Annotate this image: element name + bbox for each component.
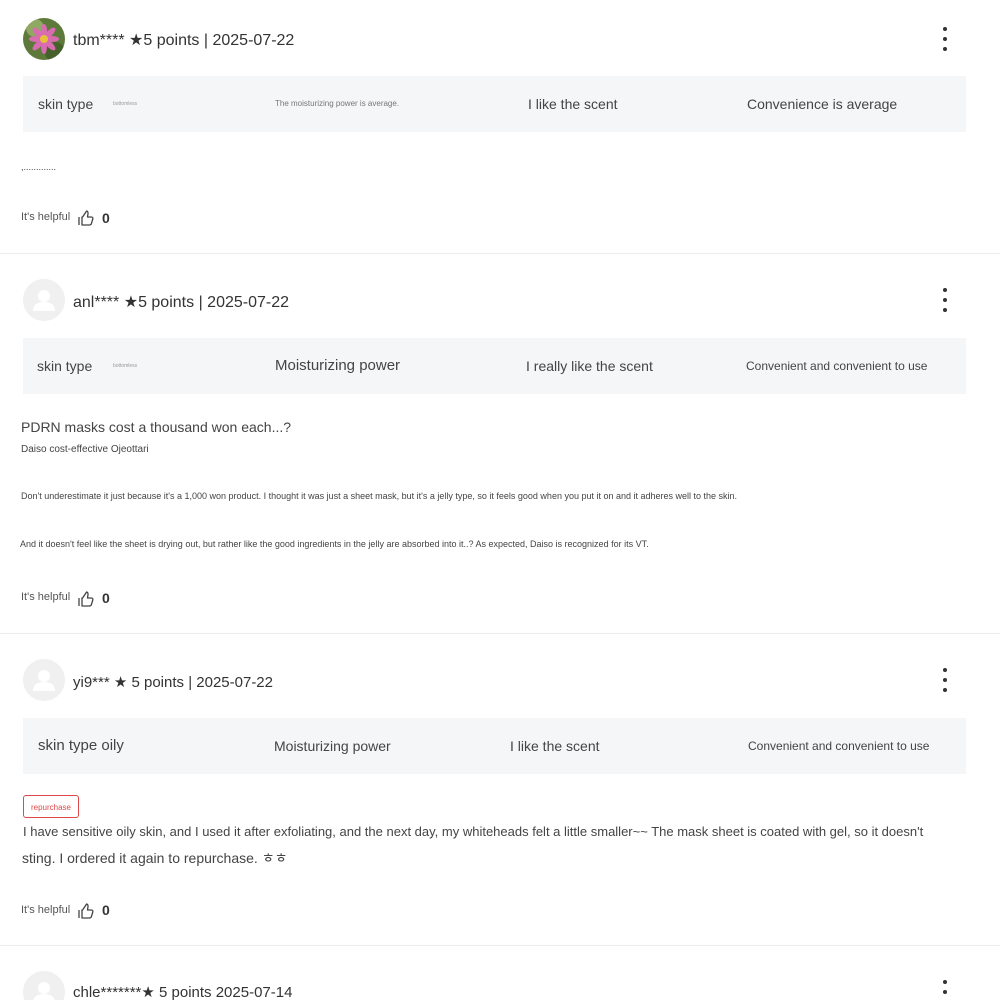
helpful-label: It's helpful	[21, 904, 71, 916]
review-header: anl**** ★5 points | 2025-07-22	[73, 292, 289, 312]
default-user-icon	[23, 971, 65, 1000]
review-card: yi9*** ★ 5 points | 2025-07-22 skin type…	[0, 634, 1000, 946]
username: anl****	[73, 294, 120, 311]
avatar[interactable]	[23, 18, 65, 60]
review-body-line: ,.............	[21, 162, 57, 172]
avatar[interactable]	[23, 279, 65, 321]
separator: |	[198, 294, 203, 311]
review-body-line: sting. I ordered it again to repurchase.…	[22, 850, 288, 866]
separator: |	[203, 32, 209, 49]
helpful-label: It's helpful	[21, 591, 71, 603]
helpful-count: 0	[102, 210, 110, 226]
more-options-icon[interactable]	[936, 978, 954, 1000]
helpful-count: 0	[102, 590, 110, 606]
avatar[interactable]	[23, 659, 65, 701]
rating: ★ 5 points	[141, 984, 212, 1000]
username: chle*******	[73, 984, 142, 1000]
separator: |	[188, 674, 193, 691]
scent-attribute: I really like the scent	[526, 358, 653, 374]
attribute-bar: skin type oily Moisturizing power I like…	[23, 718, 966, 774]
review-card: anl**** ★5 points | 2025-07-22 skin type…	[0, 254, 1000, 634]
review-body-line: PDRN masks cost a thousand won each...?	[21, 419, 292, 435]
repurchase-badge: repurchase	[23, 795, 79, 818]
review-card: tbm**** ★5 points | 2025-07-22 skin type…	[0, 0, 1000, 254]
attribute-bar: skin type bottomless The moisturizing po…	[23, 76, 966, 132]
review-body-line: I have sensitive oily skin, and I used i…	[23, 824, 924, 839]
default-user-icon	[23, 659, 65, 701]
avatar[interactable]	[23, 971, 65, 1000]
username: tbm****	[73, 32, 125, 49]
review-list: tbm**** ★5 points | 2025-07-22 skin type…	[0, 0, 1000, 1000]
thumbs-up-icon[interactable]	[78, 210, 94, 226]
review-header: chle*******★ 5 points 2025-07-14	[73, 983, 292, 1000]
more-options-icon[interactable]	[936, 25, 954, 55]
rating: ★ 5 points	[113, 674, 185, 691]
username: yi9***	[73, 674, 110, 691]
moisture-attribute: The moisturizing power is average.	[275, 99, 400, 108]
skin-type-value: bottomless	[113, 363, 138, 369]
review-body-line: And it doesn't feel like the sheet is dr…	[20, 539, 649, 549]
skin-type-value: bottomless	[113, 101, 138, 107]
skin-type-label: skin type	[38, 96, 94, 112]
review-date: 2025-07-22	[212, 32, 295, 49]
convenience-attribute: Convenience is average	[747, 96, 898, 112]
moisture-attribute: Moisturizing power	[275, 357, 401, 374]
convenience-attribute: Convenient and convenient to use	[748, 739, 930, 753]
helpful-label: It's helpful	[21, 211, 71, 223]
review-header: yi9*** ★ 5 points | 2025-07-22	[73, 673, 273, 691]
review-body-line: Don't underestimate it just because it's…	[21, 491, 738, 501]
skin-type-label: skin type oily	[38, 737, 124, 754]
review-date: 2025-07-22	[196, 674, 273, 691]
rating: ★5 points	[123, 294, 195, 311]
default-user-icon	[23, 279, 65, 321]
helpful-count: 0	[102, 902, 110, 918]
scent-attribute: I like the scent	[528, 96, 618, 112]
review-card: chle*******★ 5 points 2025-07-14	[0, 946, 1000, 1000]
review-date: 2025-07-14	[215, 984, 293, 1000]
review-date: 2025-07-22	[207, 294, 290, 311]
thumbs-up-icon[interactable]	[78, 591, 94, 607]
attribute-bar: skin type bottomless Moisturizing power …	[23, 338, 966, 394]
review-body-line: Daiso cost-effective Ojeottari	[21, 444, 149, 455]
scent-attribute: I like the scent	[510, 738, 600, 754]
rating: ★5 points	[129, 32, 200, 49]
skin-type-label: skin type	[37, 358, 93, 374]
flower-avatar-icon	[23, 18, 65, 60]
more-options-icon[interactable]	[936, 286, 954, 316]
thumbs-up-icon[interactable]	[78, 903, 94, 919]
convenience-attribute: Convenient and convenient to use	[746, 359, 928, 373]
more-options-icon[interactable]	[936, 666, 954, 696]
review-header: tbm**** ★5 points | 2025-07-22	[73, 30, 294, 50]
moisture-attribute: Moisturizing power	[274, 738, 391, 754]
